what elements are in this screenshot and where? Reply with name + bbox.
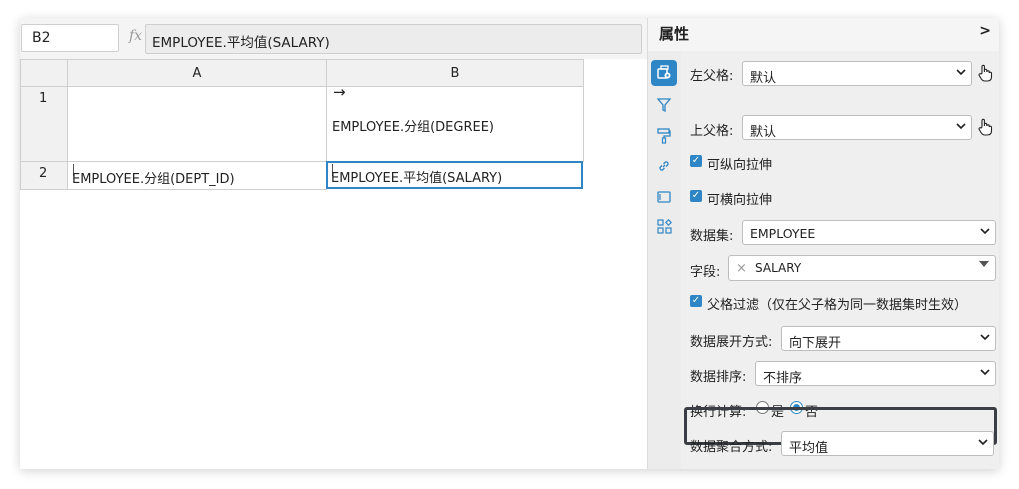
row-header-1[interactable]: 1 xyxy=(20,86,68,162)
panel-title: 属性 xyxy=(659,25,690,43)
top-parent-select[interactable]: 默认 xyxy=(742,115,972,140)
horizontal-stretch-label: 可横向拉伸 xyxy=(707,193,773,208)
cell-properties-icon xyxy=(657,65,671,79)
aggregation-label: 数据聚合方式: xyxy=(690,440,773,455)
collapse-panel-button[interactable]: > xyxy=(979,23,991,39)
filter-icon xyxy=(657,98,671,112)
components-tab[interactable] xyxy=(651,213,677,239)
property-content: 左父格: 默认 上父格: 默认 ✓ 可纵向拉伸 ✓ 可横向拉伸 数据集: EMP… xyxy=(681,51,999,469)
formula-bar: B2 fx EMPLOYEE.平均值(SALARY) xyxy=(20,18,647,60)
dropdown-caret-icon xyxy=(979,261,989,267)
aggregation-value: 平均值 xyxy=(789,441,829,456)
cell-b1[interactable]: → EMPLOYEE.分组(DEGREE) xyxy=(326,83,584,162)
sort-select[interactable]: 不排序 xyxy=(755,361,996,386)
cell-a1[interactable] xyxy=(67,86,327,162)
app-window: B2 fx EMPLOYEE.平均值(SALARY) A B 1 2 → EMP… xyxy=(20,18,999,469)
dataset-label: 数据集: xyxy=(690,229,734,244)
fx-icon: fx xyxy=(129,28,143,44)
column-header-b[interactable]: B xyxy=(326,59,584,87)
sort-label: 数据排序: xyxy=(690,370,747,385)
format-tab[interactable] xyxy=(651,123,677,149)
field-label: 字段: xyxy=(690,265,721,280)
left-parent-value: 默认 xyxy=(750,71,777,86)
paint-roller-icon xyxy=(657,128,671,144)
parent-filter-label: 父格过滤（仅在父子格为同一数据集时生效） xyxy=(707,298,968,313)
top-parent-value: 默认 xyxy=(750,125,777,140)
corner-header[interactable] xyxy=(20,59,68,87)
cell-b2-text: EMPLOYEE.平均值(SALARY) xyxy=(331,171,503,186)
expand-mode-select[interactable]: 向下展开 xyxy=(781,326,996,351)
top-parent-label: 上父格: xyxy=(690,124,734,139)
field-select[interactable]: × SALARY xyxy=(728,255,996,281)
pointer-hand-icon[interactable] xyxy=(977,118,993,136)
dataset-value: EMPLOYEE xyxy=(750,226,816,241)
widget-tab[interactable] xyxy=(651,184,677,210)
aggregation-select[interactable]: 平均值 xyxy=(781,431,994,456)
expand-mode-label: 数据展开方式: xyxy=(690,335,773,350)
filter-tab[interactable] xyxy=(651,92,677,118)
cell-b2-selected[interactable]: EMPLOYEE.平均值(SALARY) xyxy=(326,161,583,189)
sort-value: 不排序 xyxy=(763,371,803,386)
spreadsheet-grid: A B 1 2 → EMPLOYEE.分组(DEGREE) EMPLOYEE.分… xyxy=(20,59,647,469)
cell-a2-text: EMPLOYEE.分组(DEPT_ID) xyxy=(72,172,235,187)
panel-icon-rail xyxy=(648,51,681,469)
remove-field-icon[interactable]: × xyxy=(736,261,747,276)
left-parent-select[interactable]: 默认 xyxy=(742,61,972,86)
field-value: SALARY xyxy=(755,261,802,275)
chevron-down-icon xyxy=(980,366,990,379)
chevron-down-icon xyxy=(978,436,988,449)
chevron-down-icon xyxy=(956,66,966,79)
column-header-a[interactable]: A xyxy=(67,59,327,87)
chevron-down-icon xyxy=(980,331,990,344)
widget-frame-icon xyxy=(657,191,671,203)
parent-filter-checkbox[interactable]: ✓ xyxy=(690,295,702,307)
chevron-down-icon xyxy=(956,120,966,133)
property-panel: 属性 > 左父格: 默认 上父格: 默认 ✓ 可纵向拉伸 ✓ 可横向拉伸 数据集… xyxy=(647,18,999,469)
horizontal-stretch-checkbox[interactable]: ✓ xyxy=(690,190,702,202)
dataset-select[interactable]: EMPLOYEE xyxy=(742,220,996,245)
components-icon xyxy=(656,218,672,234)
cell-a2[interactable]: EMPLOYEE.分组(DEPT_ID) xyxy=(67,161,327,190)
cell-reference-box[interactable]: B2 xyxy=(21,24,119,52)
chevron-down-icon xyxy=(980,225,990,238)
hyperlink-tab[interactable] xyxy=(651,153,677,179)
left-parent-label: 左父格: xyxy=(690,69,734,84)
pointer-hand-icon[interactable] xyxy=(977,64,993,82)
link-icon xyxy=(659,161,669,171)
row-header-2[interactable]: 2 xyxy=(20,161,68,190)
expand-mode-value: 向下展开 xyxy=(789,336,842,351)
formula-input[interactable]: EMPLOYEE.平均值(SALARY) xyxy=(145,24,642,54)
vertical-stretch-label: 可纵向拉伸 xyxy=(707,158,773,173)
cell-properties-tab[interactable] xyxy=(651,60,677,86)
expand-right-arrow-icon: → xyxy=(333,83,346,101)
cell-b1-text: EMPLOYEE.分组(DEGREE) xyxy=(332,120,494,135)
vertical-stretch-checkbox[interactable]: ✓ xyxy=(690,155,702,167)
